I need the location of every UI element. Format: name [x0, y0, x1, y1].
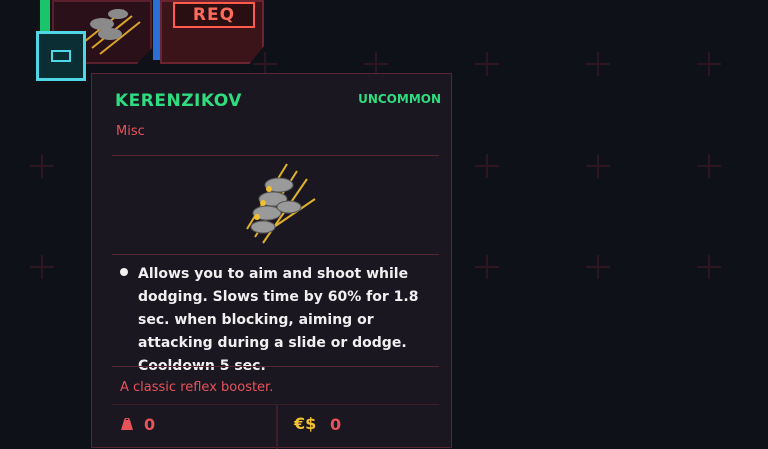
- divider: [112, 254, 439, 255]
- grid-crosshair: [30, 255, 54, 279]
- eurodollar-icon: €$: [294, 414, 317, 433]
- rarity-stripe: [153, 0, 161, 60]
- grid-crosshair: [30, 154, 54, 178]
- item-price: 0: [330, 415, 342, 434]
- grid-crosshair: [697, 52, 721, 76]
- grid-crosshair: [586, 52, 610, 76]
- item-tooltip: KERENZIKOV UNCOMMON Misc Allows you to a…: [91, 73, 452, 449]
- slot-icon: [51, 50, 71, 62]
- item-weight: 0: [144, 415, 156, 434]
- requirement-badge: REQ: [173, 2, 255, 28]
- item-description: Allows you to aim and shoot while dodgin…: [138, 266, 419, 374]
- grid-crosshair: [475, 255, 499, 279]
- requirement-label: REQ: [192, 5, 236, 25]
- grid-crosshair: [475, 52, 499, 76]
- bullet-icon: [120, 268, 128, 276]
- item-flavor-text: A classic reflex booster.: [120, 380, 274, 395]
- weight-icon: [121, 418, 133, 430]
- grid-crosshair: [586, 255, 610, 279]
- grid-crosshair: [586, 154, 610, 178]
- divider: [112, 366, 439, 367]
- item-rarity: UNCOMMON: [358, 92, 441, 106]
- grid-crosshair: [697, 255, 721, 279]
- rarity-stripe: [40, 0, 50, 32]
- kerenzikov-item-icon: [246, 163, 316, 244]
- divider: [112, 155, 439, 156]
- grid-crosshair: [475, 154, 499, 178]
- item-title: KERENZIKOV: [115, 91, 242, 111]
- footer-separator: [276, 404, 278, 449]
- item-type: Misc: [116, 124, 145, 139]
- selected-slot[interactable]: [36, 31, 86, 81]
- grid-crosshair: [697, 154, 721, 178]
